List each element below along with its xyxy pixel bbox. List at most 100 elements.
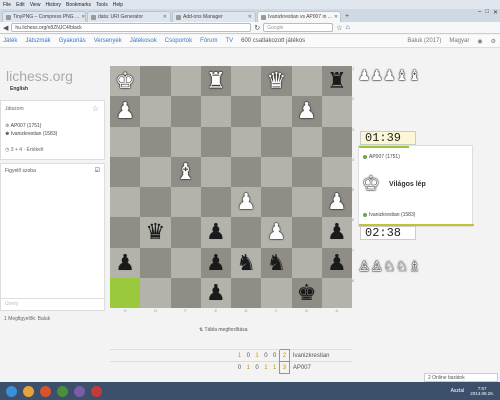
board-square[interactable] (170, 217, 201, 248)
board-square[interactable] (291, 66, 322, 97)
board-square[interactable] (170, 247, 201, 278)
player-white[interactable]: ♔ AP007 (1751) (5, 123, 41, 129)
file-explorer-icon[interactable] (23, 385, 34, 397)
player-black[interactable]: ♚ Ivanizkrestian (1583) (5, 131, 57, 137)
white-pawn-icon[interactable]: ♟ (297, 100, 317, 122)
board-square[interactable] (321, 156, 352, 187)
board-square[interactable] (231, 126, 262, 157)
nav-forum[interactable]: Fórum (200, 38, 217, 44)
white-king-icon[interactable]: ♚ (115, 70, 135, 92)
board-square[interactable]: ♜ (200, 66, 231, 97)
board-square[interactable]: ♟ (200, 217, 231, 248)
board-square[interactable] (110, 156, 141, 187)
address-field[interactable]: hu.lichess.org/n8ZNJC4/black (11, 23, 252, 32)
nav-online-count[interactable]: 600 csatlakozott játékos (241, 38, 305, 44)
browser-tab-addons[interactable]: Add-ons Manager ✕ (172, 11, 256, 22)
board-square[interactable] (261, 277, 292, 308)
black-pawn-icon[interactable]: ♟ (327, 251, 347, 274)
menu-file[interactable]: File (3, 2, 11, 8)
browser-tab-tinypng[interactable]: TinyPNG – Compress PNG ... ✕ (2, 11, 86, 22)
board-square[interactable]: ♞ (231, 247, 262, 278)
close-icon[interactable]: ✕ (248, 14, 252, 20)
board-square[interactable] (200, 96, 231, 127)
nav-teams[interactable]: Csoportok (165, 38, 192, 44)
board-square[interactable] (200, 156, 231, 187)
board-square[interactable] (110, 126, 141, 157)
board-square[interactable] (291, 126, 322, 157)
language-link[interactable]: English (10, 86, 28, 92)
search-input[interactable]: Google (263, 23, 334, 32)
board-square[interactable] (231, 277, 262, 308)
menu-bookmarks[interactable]: Bookmarks (66, 2, 91, 8)
menu-help[interactable]: Help (113, 2, 123, 8)
nav-tournaments[interactable]: Versenyek (94, 38, 122, 44)
menu-edit[interactable]: Edit (16, 2, 25, 8)
close-window-button[interactable]: ✕ (493, 9, 498, 16)
language-menu[interactable]: Magyar (449, 38, 469, 44)
board-square[interactable] (231, 66, 262, 97)
score-player-name[interactable]: Ivanizkrestian (289, 349, 352, 362)
board-square[interactable] (140, 247, 171, 278)
nav-players[interactable]: Játékosok (130, 38, 157, 44)
board-square[interactable] (140, 156, 171, 187)
board-square[interactable]: ♞ (261, 247, 292, 278)
board-square[interactable]: ♛ (261, 66, 292, 97)
board-square[interactable] (291, 156, 322, 187)
menu-view[interactable]: View (30, 2, 41, 8)
board-square[interactable] (110, 217, 141, 248)
board-square[interactable] (261, 187, 292, 218)
menu-history[interactable]: History (45, 2, 61, 8)
board-square[interactable] (231, 96, 262, 127)
nav-tv[interactable]: TV (225, 38, 233, 44)
user-menu[interactable]: Baluk (2017) (407, 38, 441, 44)
black-knight-icon[interactable]: ♞ (267, 251, 287, 274)
close-icon[interactable]: ✕ (334, 14, 338, 20)
board-square[interactable]: ♟ (231, 187, 262, 218)
board-square[interactable] (170, 66, 201, 97)
board-square[interactable] (140, 66, 171, 97)
board-square[interactable] (261, 156, 292, 187)
back-icon[interactable]: ◀ (3, 24, 8, 32)
white-queen-icon[interactable]: ♛ (267, 70, 287, 92)
board-square[interactable] (140, 126, 171, 157)
app-icon[interactable] (74, 385, 85, 397)
board-square[interactable] (170, 96, 201, 127)
board-square[interactable] (321, 126, 352, 157)
new-tab-button[interactable]: + (342, 11, 352, 22)
board-square[interactable]: ♟ (321, 187, 352, 218)
firefox-icon[interactable] (40, 385, 51, 397)
black-king-icon[interactable]: ♚ (297, 281, 317, 304)
system-clock[interactable]: 7:57 2014.06.26. (470, 386, 494, 396)
browser-tab-lichess[interactable]: Ivanizkrestian vs AP007 in ... ✕ (257, 11, 341, 22)
board-square[interactable] (140, 277, 171, 308)
bookmark-star-icon[interactable]: ☆ (336, 24, 342, 32)
black-queen-icon[interactable]: ♛ (146, 221, 166, 243)
board-square[interactable]: ♟ (261, 217, 292, 248)
board-square[interactable]: ♜ (321, 66, 352, 97)
panel-player-top[interactable]: AP007 (1751) (363, 154, 400, 160)
board-square[interactable] (321, 96, 352, 127)
eye-icon[interactable]: ◉ (477, 38, 482, 45)
score-player-name[interactable]: AP007 (289, 361, 352, 374)
nav-training[interactable]: Gyakorlás (59, 38, 86, 44)
board-square[interactable]: ♚ (110, 66, 141, 97)
app-icon[interactable] (91, 385, 102, 397)
desktop-label[interactable]: Asztal (451, 388, 465, 394)
black-knight-icon[interactable]: ♞ (236, 251, 256, 274)
white-rook-icon[interactable]: ♜ (206, 70, 226, 92)
start-button-icon[interactable] (6, 385, 17, 397)
board-square[interactable] (261, 126, 292, 157)
board-square[interactable] (291, 217, 322, 248)
black-pawn-icon[interactable]: ♟ (206, 251, 226, 274)
close-icon[interactable]: ✕ (81, 14, 85, 20)
white-pawn-icon[interactable]: ♟ (236, 191, 256, 213)
chat-toggle-checkbox[interactable]: ☑ (95, 167, 100, 174)
black-rook-icon[interactable]: ♜ (327, 70, 347, 92)
online-friends-toggle[interactable]: 2 Online barátok (424, 373, 498, 382)
flip-board-button[interactable]: ⇅ Tábla megfordítása (199, 327, 248, 333)
board-square[interactable]: ♝ (170, 156, 201, 187)
board-square[interactable] (200, 126, 231, 157)
settings-icon[interactable]: ⚙ (491, 38, 496, 45)
board-square[interactable] (170, 187, 201, 218)
browser-tab-datauri[interactable]: data: URI Generator ✕ (87, 11, 171, 22)
